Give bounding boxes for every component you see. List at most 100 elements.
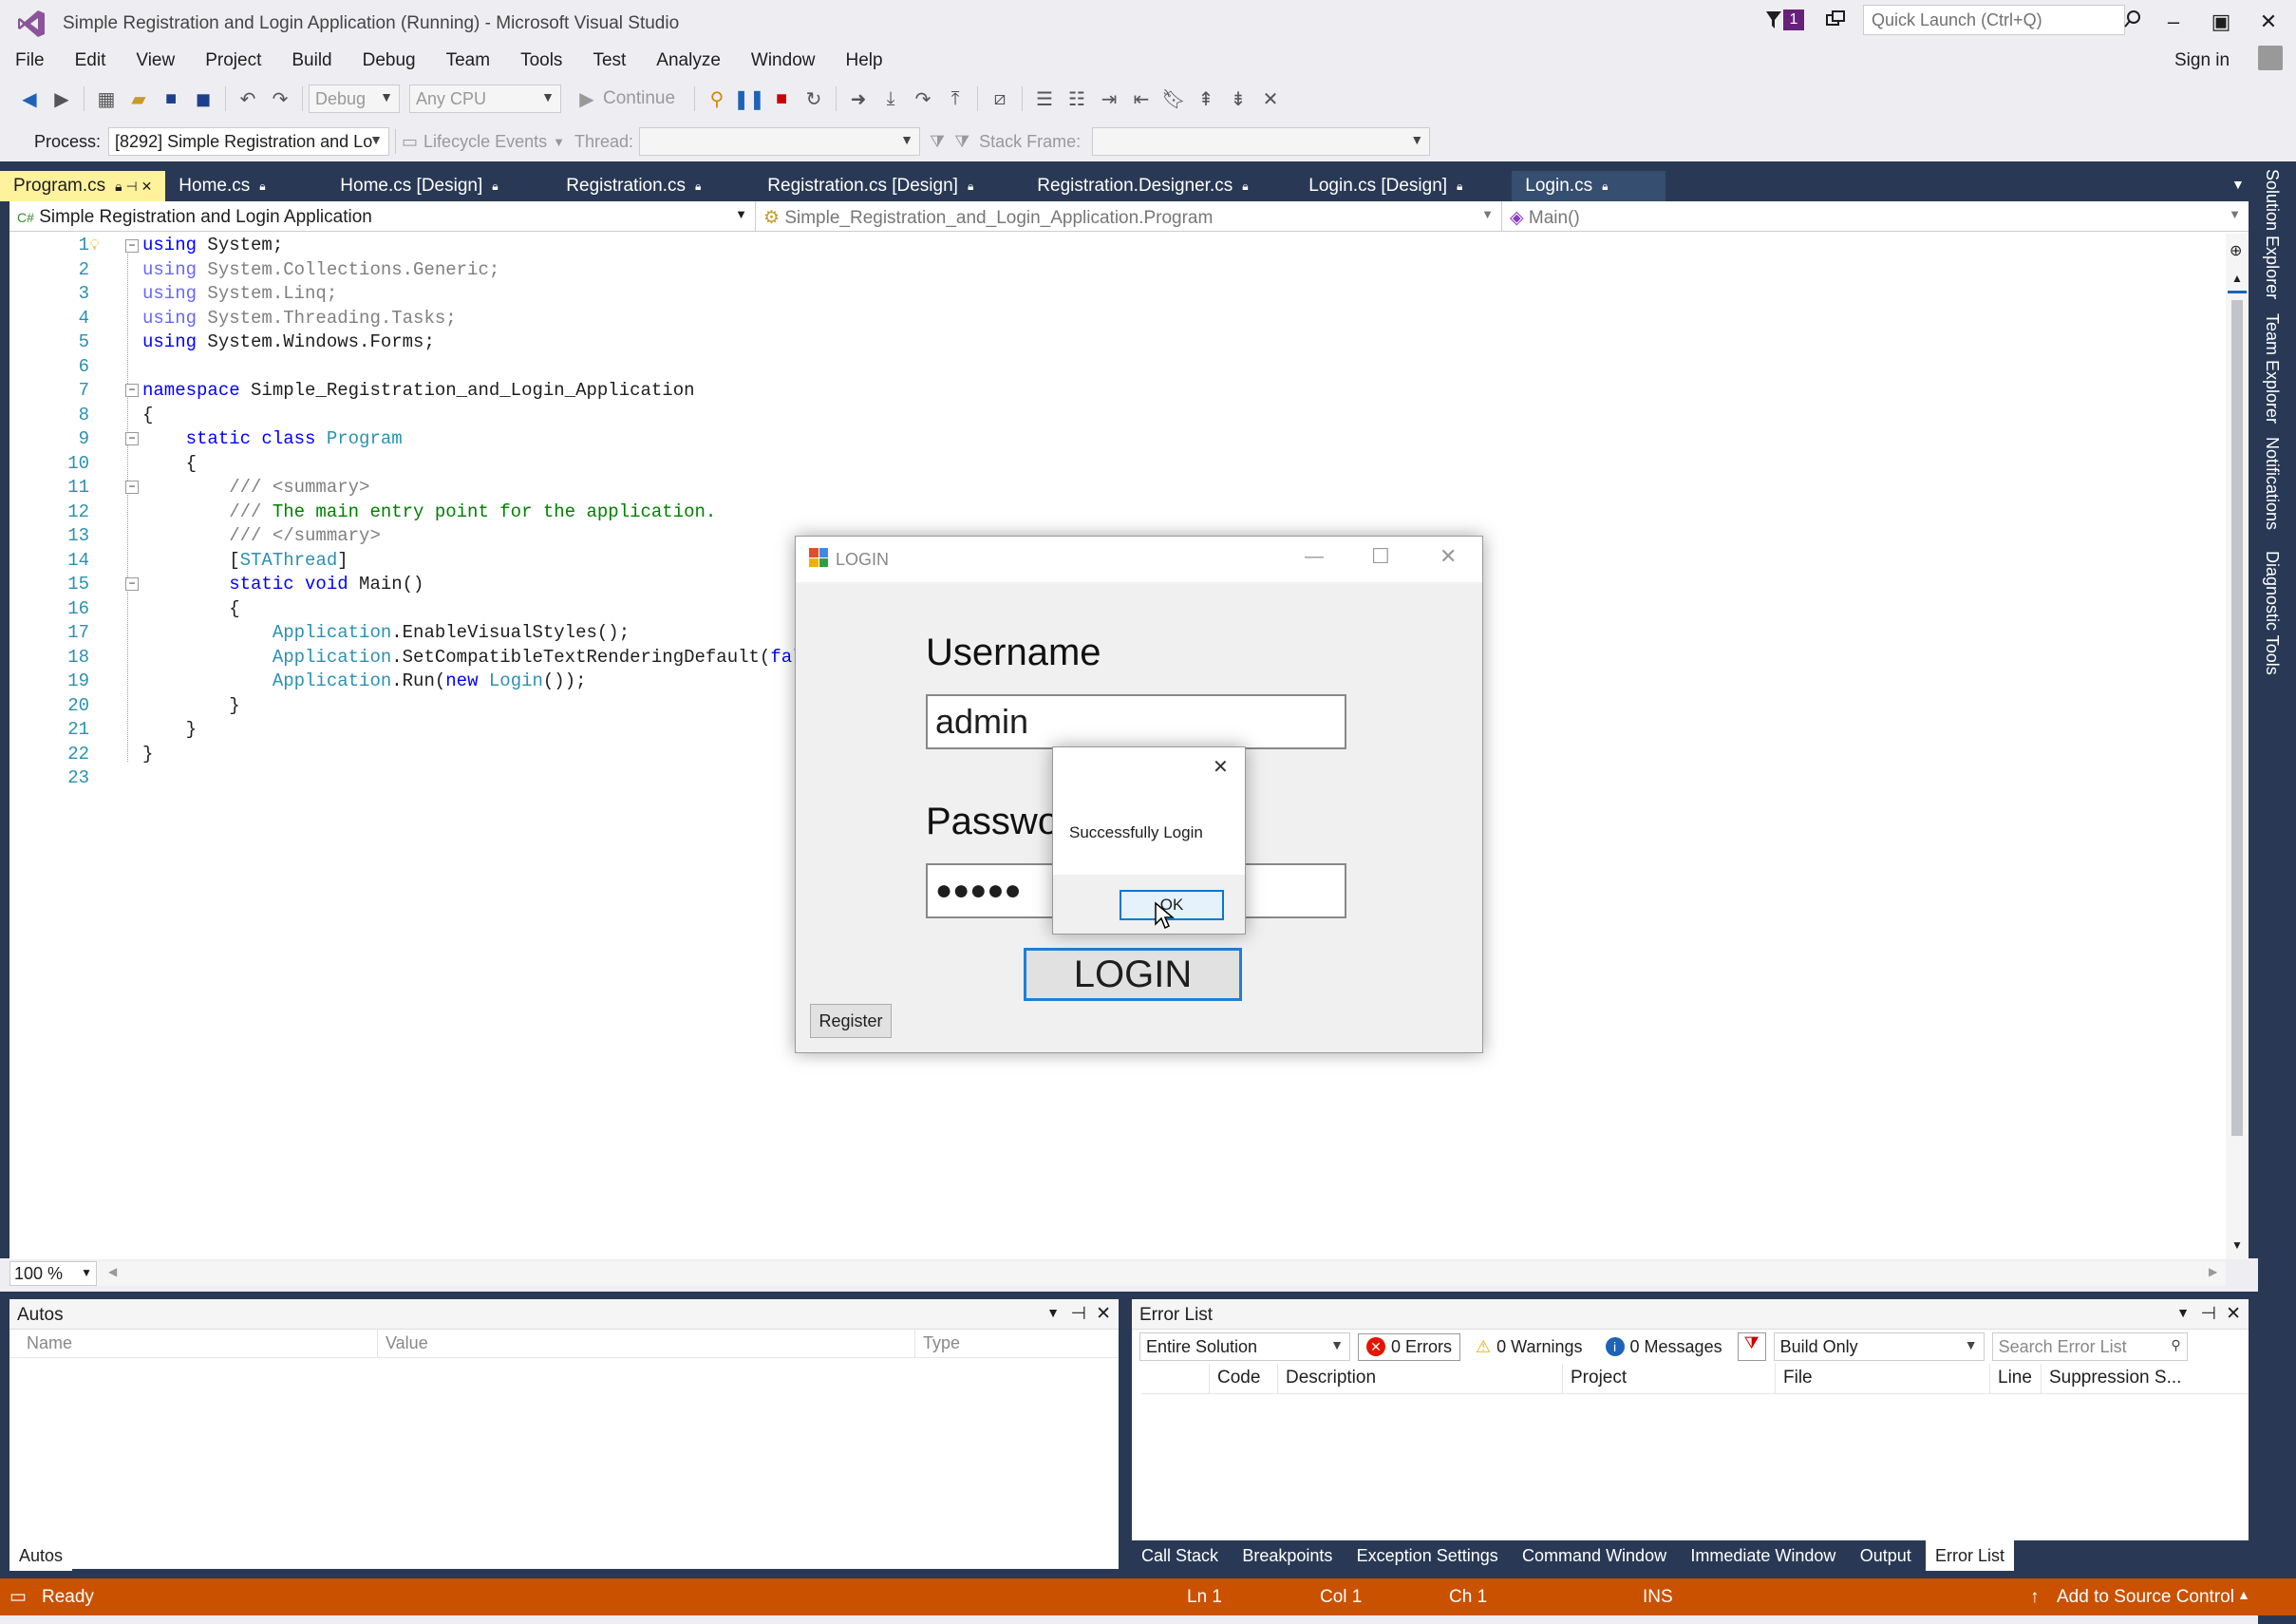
feedback-icon[interactable]: [1825, 9, 1846, 30]
pin-icon[interactable]: ⊣: [2200, 1303, 2216, 1325]
dropdown-icon[interactable]: ▼: [2176, 1305, 2190, 1320]
close-button[interactable]: ✕: [1440, 544, 1457, 569]
quick-launch-input[interactable]: Quick Launch (Ctrl+Q): [1863, 5, 2125, 35]
back-icon[interactable]: ◀: [16, 85, 43, 112]
menu-edit[interactable]: Edit: [60, 47, 122, 77]
column-line[interactable]: Line: [1990, 1364, 2042, 1393]
hex-display-icon[interactable]: ⧄: [987, 85, 1013, 112]
column-suppression[interactable]: Suppression S...: [2042, 1364, 2231, 1393]
minimize-button[interactable]: –: [2152, 6, 2195, 38]
tab-output[interactable]: Output: [1851, 1540, 1921, 1571]
column-description[interactable]: Description: [1278, 1364, 1563, 1393]
collapse-icon[interactable]: −: [125, 481, 139, 494]
tab-login-cs[interactable]: Login.cs 🔒︎: [1512, 171, 1666, 201]
vertical-scrollbar[interactable]: ⊕ ▲ ▼: [2226, 234, 2249, 1259]
lightbulb-icon[interactable]: 💡︎: [89, 237, 100, 255]
add-to-source-control-button[interactable]: Add to Source Control: [2057, 1587, 2234, 1608]
menu-view[interactable]: View: [121, 47, 190, 77]
chevron-up-icon[interactable]: ▲: [2237, 1587, 2250, 1602]
type-dropdown[interactable]: ⚙ Simple_Registration_and_Login_Applicat…: [756, 201, 1502, 232]
sign-in-link[interactable]: Sign in: [2174, 50, 2230, 71]
scroll-left-icon[interactable]: ◀: [108, 1265, 117, 1278]
project-dropdown[interactable]: C# Simple Registration and Login Applica…: [9, 201, 756, 232]
collapse-icon[interactable]: −: [125, 384, 139, 397]
error-search-input[interactable]: Search Error List ⚲: [1991, 1332, 2188, 1361]
menu-file[interactable]: File: [0, 47, 60, 77]
close-icon[interactable]: ✕: [1096, 1303, 1111, 1325]
login-button[interactable]: LOGIN: [1024, 948, 1242, 1001]
tab-exception-settings[interactable]: Exception Settings: [1347, 1540, 1508, 1571]
next-bookmark-icon[interactable]: ⇟: [1225, 85, 1252, 112]
scroll-thumb[interactable]: [2231, 300, 2243, 1136]
maximize-button[interactable]: ▣: [2199, 6, 2243, 38]
column-value[interactable]: Value: [378, 1330, 915, 1357]
team-explorer-tab[interactable]: Team Explorer: [2262, 313, 2282, 424]
upload-icon[interactable]: ↑: [2030, 1587, 2040, 1608]
menu-debug[interactable]: Debug: [348, 47, 431, 77]
pin-icon[interactable]: 🔒︎ ⊣ ✕: [115, 179, 152, 195]
tab-login-design[interactable]: Login.cs [Design] 🔒︎: [1295, 171, 1512, 201]
scroll-up-icon[interactable]: ▲: [2231, 272, 2243, 285]
column-name[interactable]: Name: [9, 1330, 378, 1357]
redo-icon[interactable]: ↷: [267, 85, 293, 112]
restart-icon[interactable]: ↻: [800, 85, 827, 112]
menu-build[interactable]: Build: [276, 47, 347, 77]
continue-icon[interactable]: ▶: [574, 85, 600, 112]
search-icon[interactable]: [2123, 9, 2142, 28]
build-filter-dropdown[interactable]: Build Only ▼: [1773, 1332, 1985, 1361]
thread-filter-icon[interactable]: ⧩: [930, 132, 945, 152]
menu-test[interactable]: Test: [577, 47, 641, 77]
indent-icon[interactable]: ⇥: [1096, 85, 1122, 112]
column-icon[interactable]: [1141, 1364, 1210, 1393]
save-all-icon[interactable]: ◼: [190, 85, 216, 112]
solution-config-dropdown[interactable]: Debug ▼: [309, 85, 400, 113]
menu-analyze[interactable]: Analyze: [641, 47, 736, 77]
tab-registration-designer-cs[interactable]: Registration.Designer.cs 🔒︎: [1024, 171, 1295, 201]
warnings-filter-button[interactable]: ⚠ 0 Warnings: [1468, 1334, 1590, 1360]
solution-explorer-tab[interactable]: Solution Explorer: [2262, 169, 2282, 299]
register-button[interactable]: Register: [810, 1004, 892, 1038]
filter-toggle-icon[interactable]: ⧩: [1737, 1332, 1766, 1361]
forward-icon[interactable]: ▶: [48, 85, 75, 112]
notifications-tab[interactable]: Notifications: [2262, 437, 2282, 530]
username-input[interactable]: admin: [926, 694, 1346, 749]
scroll-right-icon[interactable]: ▶: [2209, 1265, 2217, 1278]
outdent-icon[interactable]: ⇤: [1128, 85, 1155, 112]
output-window-icon[interactable]: ▭: [9, 1586, 27, 1608]
menu-help[interactable]: Help: [830, 47, 897, 77]
column-project[interactable]: Project: [1563, 1364, 1776, 1393]
notification-flag-icon[interactable]: [1764, 9, 1783, 30]
close-icon[interactable]: ✕: [2226, 1303, 2241, 1325]
tab-call-stack[interactable]: Call Stack: [1132, 1540, 1228, 1571]
pin-icon[interactable]: ⊣: [1070, 1303, 1086, 1325]
tab-watch[interactable]: Watch 1: [151, 1540, 232, 1571]
column-code[interactable]: Code: [1210, 1364, 1278, 1393]
zoom-dropdown[interactable]: 100 % ▼: [9, 1261, 97, 1286]
tab-locals[interactable]: Locals: [77, 1540, 145, 1571]
tab-registration-cs[interactable]: Registration.cs 🔒︎: [553, 171, 754, 201]
notification-badge[interactable]: 1: [1783, 9, 1804, 30]
step-out-icon[interactable]: ⤒: [942, 85, 969, 112]
scroll-down-icon[interactable]: ▼: [2231, 1238, 2243, 1252]
errors-filter-button[interactable]: ✕ 0 Errors: [1358, 1332, 1461, 1361]
continue-button[interactable]: Continue: [603, 88, 688, 109]
close-icon[interactable]: ✕: [1213, 755, 1229, 779]
new-project-icon[interactable]: ▦: [93, 85, 120, 112]
menu-team[interactable]: Team: [431, 47, 505, 77]
undo-icon[interactable]: ↶: [235, 85, 261, 112]
menu-project[interactable]: Project: [190, 47, 276, 77]
stack-frame-dropdown[interactable]: ▼: [1092, 127, 1431, 156]
member-dropdown[interactable]: ◈ Main() ▼: [1502, 201, 2249, 232]
account-avatar-icon[interactable]: [2258, 46, 2283, 70]
platform-dropdown[interactable]: Any CPU ▼: [409, 85, 561, 113]
bookmark-icon[interactable]: 🔖︎: [1160, 85, 1187, 112]
tab-autos[interactable]: Autos: [9, 1540, 73, 1571]
open-file-icon[interactable]: ▰: [125, 85, 152, 112]
messages-filter-button[interactable]: i0 Messages: [1598, 1334, 1730, 1360]
close-window-button[interactable]: ✕: [2247, 6, 2290, 38]
step-into-icon[interactable]: ⤓: [877, 85, 904, 112]
dropdown-icon[interactable]: ▼: [1046, 1305, 1060, 1320]
diagnostic-tools-tab[interactable]: Diagnostic Tools: [2262, 551, 2282, 675]
tab-home-design[interactable]: Home.cs [Design] 🔒︎: [327, 171, 553, 201]
thread-dropdown[interactable]: ▼: [639, 127, 921, 156]
